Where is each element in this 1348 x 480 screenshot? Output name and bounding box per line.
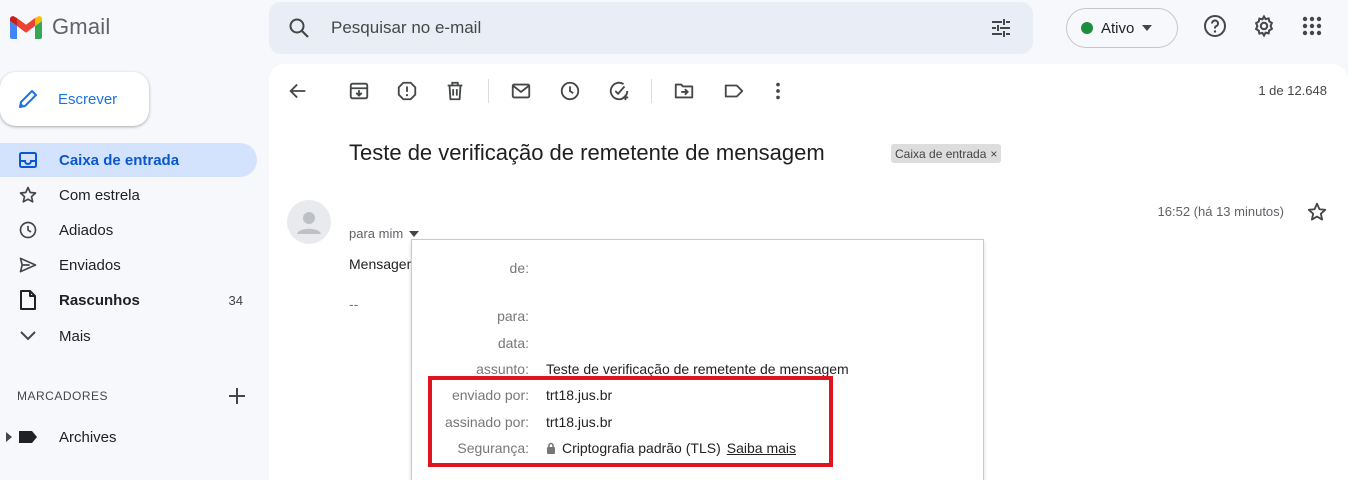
annotation-highlight-box (428, 376, 833, 467)
snooze-icon[interactable] (559, 80, 581, 102)
gmail-logo[interactable]: Gmail (10, 14, 110, 40)
move-to-icon[interactable] (673, 80, 695, 102)
sidebar-item-label: Mais (59, 327, 91, 345)
drafts-count: 34 (228, 292, 243, 308)
search-bar[interactable] (269, 2, 1033, 54)
recipient-label: para mim (349, 226, 404, 241)
delete-icon[interactable] (444, 80, 466, 102)
inbox-icon (17, 149, 39, 171)
search-icon[interactable] (287, 16, 311, 40)
archive-icon[interactable] (348, 80, 370, 102)
sidebar-item-label: Com estrela (59, 186, 140, 204)
label-icon (17, 426, 39, 448)
message-subject: Teste de verificação de remetente de men… (349, 140, 825, 165)
star-outline-icon (17, 184, 39, 206)
compose-button[interactable]: Escrever (0, 72, 149, 126)
details-label: assunto: (476, 361, 529, 377)
sidebar-item-drafts[interactable]: Rascunhos 34 (0, 283, 257, 317)
add-label-icon[interactable] (226, 385, 248, 407)
back-arrow-icon[interactable] (287, 80, 309, 102)
labels-section-title: MARCADORES (17, 389, 109, 403)
gmail-m-icon (10, 16, 42, 39)
compose-label: Escrever (58, 90, 118, 108)
dropdown-arrow-icon (1142, 25, 1153, 31)
sidebar-item-label: Rascunhos (59, 291, 140, 309)
details-label: de: (509, 260, 529, 276)
details-value: Teste de verificação de remetente de men… (546, 361, 849, 377)
recipient-details-toggle[interactable]: para mim (349, 226, 420, 241)
sidebar-item-label: Adiados (59, 221, 114, 239)
expand-arrow-icon[interactable] (6, 432, 12, 442)
details-row-to: para: (412, 308, 985, 328)
details-row-date: data: (412, 335, 985, 355)
pagination-count: 1 de 12.648 (1258, 83, 1327, 98)
settings-gear-icon[interactable] (1252, 14, 1276, 38)
sidebar-item-sent[interactable]: Enviados (0, 248, 257, 282)
sidebar-item-label: Enviados (59, 256, 121, 274)
add-task-icon[interactable] (608, 80, 630, 102)
badge-label: Caixa de entrada (895, 146, 987, 161)
pencil-icon (19, 90, 37, 108)
search-options-icon[interactable] (989, 16, 1013, 40)
message-signature: -- (349, 296, 359, 312)
sidebar-item-more[interactable]: Mais (0, 319, 257, 353)
person-icon (297, 212, 321, 234)
sidebar-label-archives[interactable]: Archives (0, 420, 257, 454)
dropdown-arrow-icon (409, 230, 420, 237)
toolbar-divider (651, 79, 652, 103)
message-timestamp: 16:52 (há 13 minutos) (1157, 204, 1284, 219)
details-label: data: (497, 335, 529, 351)
mark-unread-icon[interactable] (510, 80, 532, 102)
report-spam-icon[interactable] (396, 80, 418, 102)
sidebar-item-starred[interactable]: Com estrela (0, 178, 257, 212)
label-icon[interactable] (723, 80, 745, 102)
more-vert-icon[interactable] (767, 80, 789, 102)
app-title: Gmail (52, 14, 111, 39)
sidebar-item-label: Archives (59, 428, 117, 446)
details-row-from: de: (412, 260, 985, 280)
apps-grid-icon[interactable] (1300, 14, 1324, 38)
details-label: para: (497, 308, 529, 324)
message-body: Mensagem (349, 256, 419, 272)
status-dot-icon (1081, 22, 1093, 34)
remove-label-icon[interactable]: × (990, 147, 997, 161)
sidebar-item-snoozed[interactable]: Adiados (0, 213, 257, 247)
send-icon (17, 254, 39, 276)
inbox-label-badge[interactable]: Caixa de entrada × (891, 144, 1002, 163)
sender-avatar[interactable] (287, 200, 331, 244)
draft-icon (17, 289, 39, 311)
star-icon[interactable] (1306, 201, 1328, 223)
status-selector[interactable]: Ativo (1066, 8, 1178, 48)
sidebar-item-label: Caixa de entrada (59, 151, 180, 169)
toolbar-divider (488, 79, 489, 103)
help-icon[interactable] (1203, 14, 1227, 38)
sidebar-item-inbox[interactable]: Caixa de entrada (0, 143, 257, 177)
search-input[interactable] (331, 18, 931, 38)
clock-icon (17, 219, 39, 241)
status-label: Ativo (1101, 19, 1135, 37)
chevron-down-icon (17, 325, 39, 347)
